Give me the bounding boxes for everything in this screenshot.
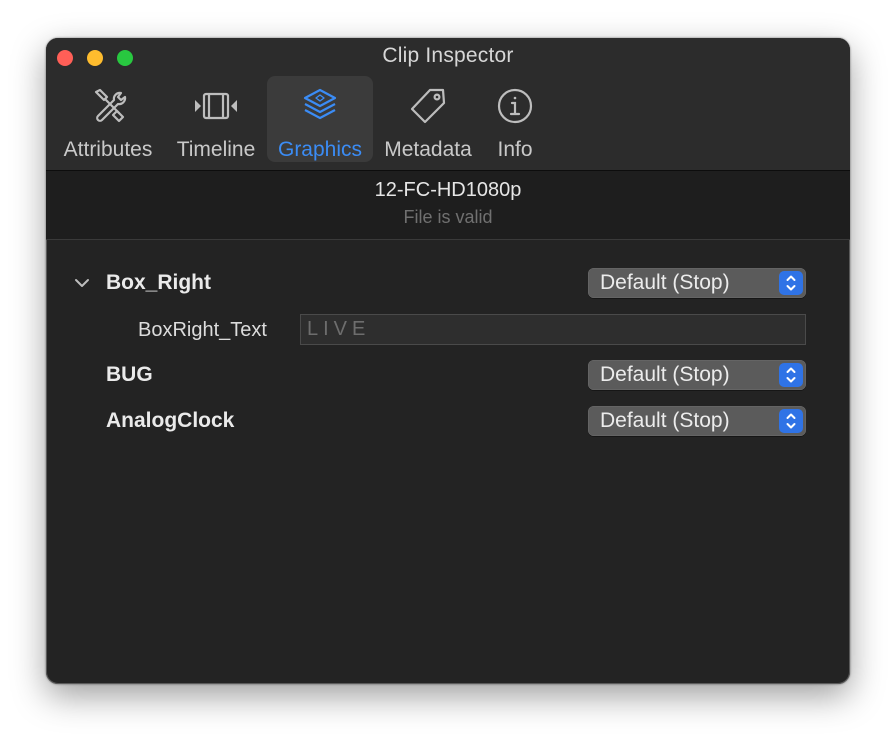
toolbar: Clip Inspector Attributes Timeline Graph… — [46, 38, 850, 171]
tab-timeline-label: Timeline — [176, 138, 256, 161]
graphic-name-bug: BUG — [106, 363, 153, 386]
tab-graphics[interactable]: Graphics — [267, 76, 373, 162]
graphic-name-box-right: Box_Right — [106, 271, 211, 294]
info-icon — [486, 86, 544, 126]
clip-name: 12-FC-HD1080p — [374, 179, 522, 201]
clip-status: File is valid — [403, 207, 493, 227]
graphic-name-analogclock: AnalogClock — [106, 409, 235, 432]
boxright-text-field[interactable]: LIVE — [300, 314, 806, 345]
tools-icon — [54, 86, 162, 126]
tab-info-label: Info — [497, 138, 533, 161]
layers-icon — [267, 86, 373, 126]
chevron-down-icon[interactable] — [73, 276, 91, 295]
tab-metadata-label: Metadata — [384, 138, 472, 161]
clip-inspector-window: Clip Inspector Attributes Timeline Graph… — [46, 38, 850, 684]
analogclock-action-popup[interactable]: Default (Stop) — [588, 406, 806, 436]
tab-metadata[interactable]: Metadata — [378, 76, 478, 162]
box-right-action-popup[interactable]: Default (Stop) — [588, 268, 806, 298]
tag-icon — [378, 86, 478, 126]
tab-info[interactable]: Info — [486, 76, 544, 162]
chevron-up-down-icon — [779, 271, 803, 295]
box-right-action-value: Default (Stop) — [600, 271, 730, 294]
tab-attributes[interactable]: Attributes — [54, 76, 162, 162]
tab-graphics-label: Graphics — [277, 138, 363, 161]
window-title: Clip Inspector — [382, 44, 514, 67]
analogclock-action-value: Default (Stop) — [600, 409, 730, 432]
bug-action-value: Default (Stop) — [600, 363, 730, 386]
tab-attributes-label: Attributes — [63, 138, 153, 161]
chevron-up-down-icon — [779, 363, 803, 387]
tab-timeline[interactable]: Timeline — [170, 76, 262, 162]
field-label-boxright-text: BoxRight_Text — [138, 319, 267, 341]
film-strip-icon — [170, 86, 262, 126]
bug-action-popup[interactable]: Default (Stop) — [588, 360, 806, 390]
boxright-text-value: LIVE — [307, 318, 371, 340]
chevron-up-down-icon — [779, 409, 803, 433]
clip-header: 12-FC-HD1080p File is valid — [46, 171, 850, 240]
